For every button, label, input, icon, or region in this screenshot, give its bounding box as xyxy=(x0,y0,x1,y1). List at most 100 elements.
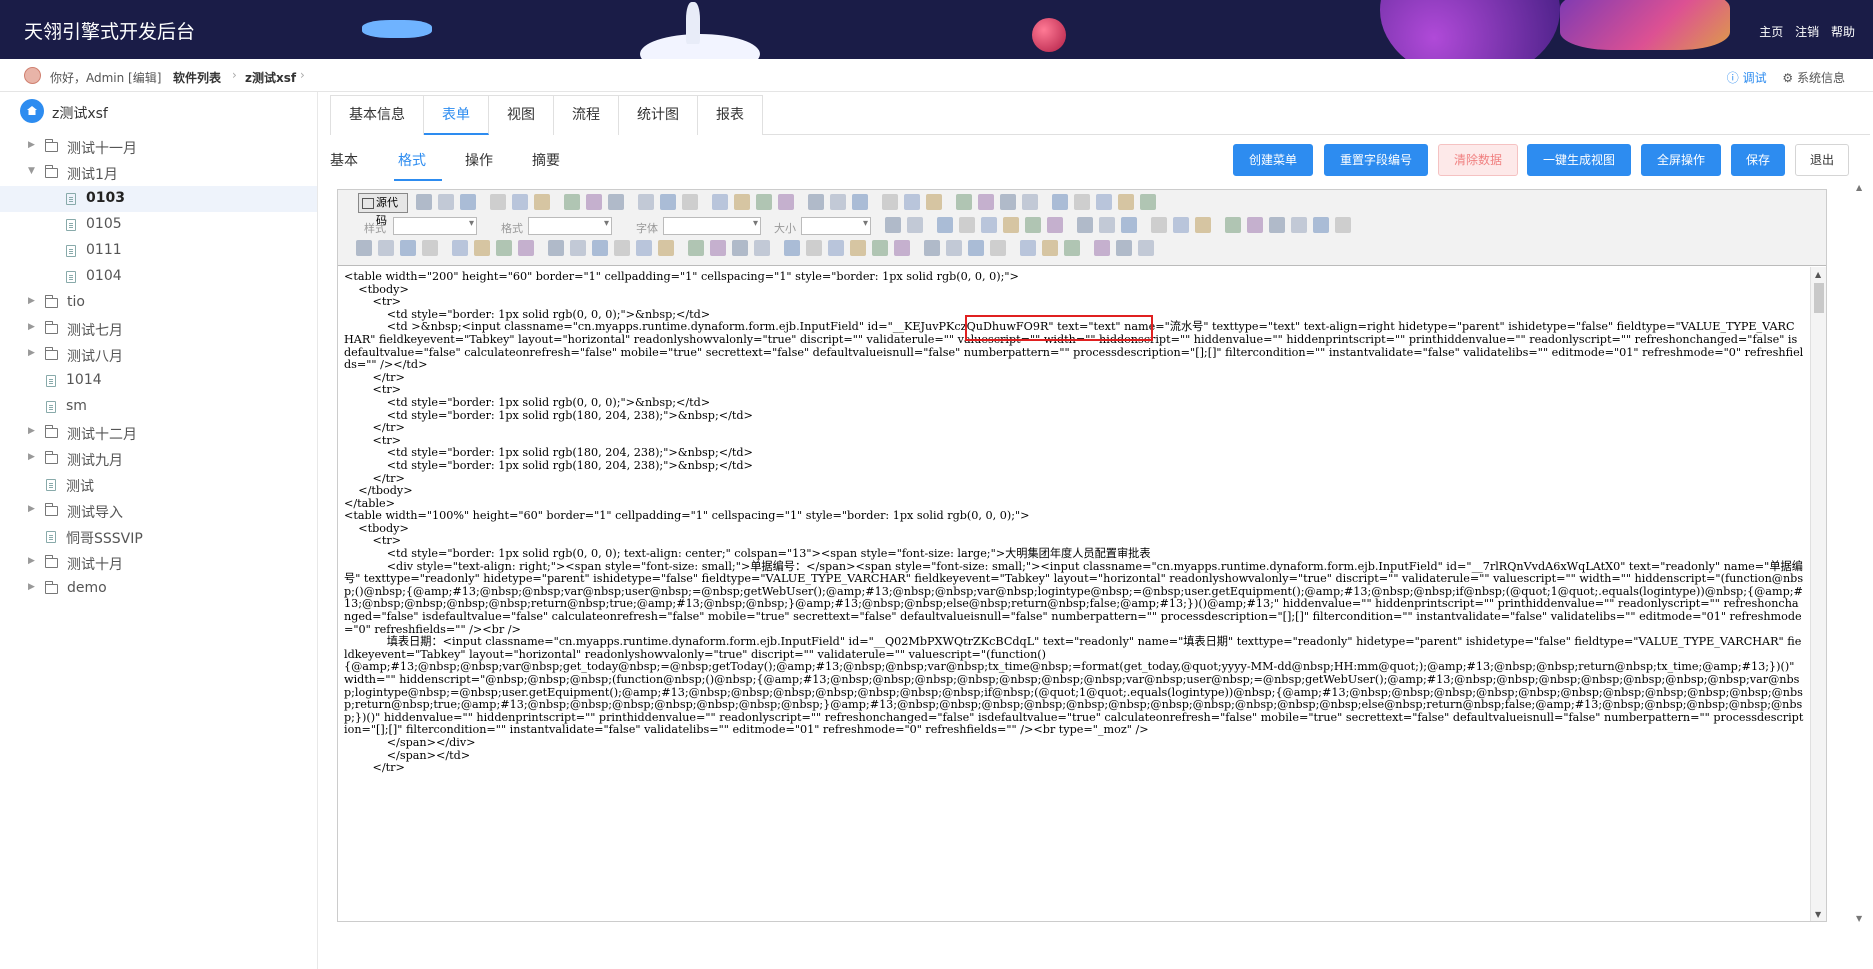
tree-item[interactable]: 恫哥SSSVIP xyxy=(0,524,317,550)
toolbar-tool-icon[interactable] xyxy=(1291,217,1307,233)
toolbar-tool-icon[interactable] xyxy=(1173,217,1189,233)
toolbar-tool-icon[interactable] xyxy=(1116,240,1132,256)
toolbar-tool-icon[interactable] xyxy=(1064,240,1080,256)
tab-0[interactable]: 基本信息 xyxy=(331,96,424,135)
toolbar-tool-icon[interactable] xyxy=(1335,217,1351,233)
subtab-format[interactable]: 格式 xyxy=(398,150,426,170)
tree-item[interactable]: 0104 xyxy=(0,264,317,290)
toolbar-tool-icon[interactable] xyxy=(474,240,490,256)
nav-help-link[interactable]: 帮助 xyxy=(1831,25,1855,39)
tree-item[interactable]: ▶ tio xyxy=(0,290,317,316)
generate-view-button[interactable]: 一键生成视图 xyxy=(1527,144,1631,176)
toolbar-tool-icon[interactable] xyxy=(438,194,454,210)
toolbar-tool-icon[interactable] xyxy=(660,194,676,210)
toolbar-tool-icon[interactable] xyxy=(946,240,962,256)
toolbar-tool-icon[interactable] xyxy=(1020,240,1036,256)
toolbar-tool-icon[interactable] xyxy=(1151,217,1167,233)
toolbar-tool-icon[interactable] xyxy=(1003,217,1019,233)
toolbar-tool-icon[interactable] xyxy=(882,194,898,210)
toolbar-tool-icon[interactable] xyxy=(828,240,844,256)
fullscreen-button[interactable]: 全屏操作 xyxy=(1641,144,1721,176)
page-scrollbar[interactable]: ▲ ▼ xyxy=(1855,183,1865,923)
toolbar-tool-icon[interactable] xyxy=(778,194,794,210)
toolbar-tool-icon[interactable] xyxy=(872,240,888,256)
save-button[interactable]: 保存 xyxy=(1731,144,1785,176)
caret-right-icon[interactable]: ▶ xyxy=(28,426,38,436)
toolbar-tool-icon[interactable] xyxy=(688,240,704,256)
subtab-basic[interactable]: 基本 xyxy=(330,150,358,170)
toolbar-tool-icon[interactable] xyxy=(356,240,372,256)
user-greeting[interactable]: 你好，Admin [编辑] xyxy=(50,69,161,86)
caret-right-icon[interactable]: ▶ xyxy=(28,504,38,514)
source-code-area[interactable]: <table width="200" height="60" border="1… xyxy=(338,267,1810,921)
toolbar-tool-icon[interactable] xyxy=(1269,217,1285,233)
tree-item[interactable]: ▶ 测试十月 xyxy=(0,550,317,576)
toolbar-tool-icon[interactable] xyxy=(534,194,550,210)
tab-1[interactable]: 表单 xyxy=(424,96,489,135)
toolbar-tool-icon[interactable] xyxy=(1140,194,1156,210)
tab-3[interactable]: 流程 xyxy=(554,96,619,135)
toolbar-tool-icon[interactable] xyxy=(712,194,728,210)
toolbar-tool-icon[interactable] xyxy=(904,194,920,210)
nav-logout-link[interactable]: 注销 xyxy=(1795,25,1819,39)
subtab-operation[interactable]: 操作 xyxy=(465,150,493,170)
toolbar-tool-icon[interactable] xyxy=(1077,217,1093,233)
toolbar-tool-icon[interactable] xyxy=(490,194,506,210)
tab-2[interactable]: 视图 xyxy=(489,96,554,135)
toolbar-tool-icon[interactable] xyxy=(1099,217,1115,233)
toolbar-tool-icon[interactable] xyxy=(1195,217,1211,233)
toolbar-tool-icon[interactable] xyxy=(592,240,608,256)
toolbar-tool-icon[interactable] xyxy=(937,217,953,233)
toolbar-tool-icon[interactable] xyxy=(830,194,846,210)
toolbar-tool-icon[interactable] xyxy=(756,194,772,210)
clear-data-button[interactable]: 清除数据 xyxy=(1438,144,1518,176)
breadcrumb-software-list[interactable]: 软件列表 xyxy=(173,69,221,86)
scroll-down-icon[interactable]: ▼ xyxy=(1815,910,1821,919)
tree-item[interactable]: 0103 xyxy=(0,186,317,212)
toolbar-tool-icon[interactable] xyxy=(924,240,940,256)
tree-item[interactable]: 0105 xyxy=(0,212,317,238)
toolbar-tool-icon[interactable] xyxy=(959,217,975,233)
toolbar-tool-icon[interactable] xyxy=(378,240,394,256)
page-scroll-down-icon[interactable]: ▼ xyxy=(1856,914,1862,923)
toolbar-tool-icon[interactable] xyxy=(1022,194,1038,210)
toolbar-tool-icon[interactable] xyxy=(734,194,750,210)
toolbar-tool-icon[interactable] xyxy=(570,240,586,256)
tree-item[interactable]: sm xyxy=(0,394,317,420)
tree-item[interactable]: ▶ 测试八月 xyxy=(0,342,317,368)
toolbar-tool-icon[interactable] xyxy=(850,240,866,256)
toolbar-tool-icon[interactable] xyxy=(1118,194,1134,210)
toolbar-tool-icon[interactable] xyxy=(682,194,698,210)
toolbar-tool-icon[interactable] xyxy=(512,194,528,210)
toolbar-tool-icon[interactable] xyxy=(784,240,800,256)
toolbar-tool-icon[interactable] xyxy=(548,240,564,256)
toolbar-tool-icon[interactable] xyxy=(496,240,512,256)
toolbar-tool-icon[interactable] xyxy=(614,240,630,256)
toolbar-tool-icon[interactable] xyxy=(926,194,942,210)
toolbar-tool-icon[interactable] xyxy=(894,240,910,256)
tree-item[interactable]: ▶ 测试导入 xyxy=(0,498,317,524)
toolbar-tool-icon[interactable] xyxy=(732,240,748,256)
toolbar-tool-icon[interactable] xyxy=(460,194,476,210)
toolbar-tool-icon[interactable] xyxy=(1225,217,1241,233)
caret-right-icon[interactable]: ▶ xyxy=(28,322,38,332)
toolbar-tool-icon[interactable] xyxy=(1000,194,1016,210)
toolbar-tool-icon[interactable] xyxy=(638,194,654,210)
toolbar-tool-icon[interactable] xyxy=(907,217,923,233)
toolbar-tool-icon[interactable] xyxy=(1047,217,1063,233)
toolbar-tool-icon[interactable] xyxy=(586,194,602,210)
toolbar-tool-icon[interactable] xyxy=(981,217,997,233)
toolbar-tool-icon[interactable] xyxy=(885,217,901,233)
toolbar-tool-icon[interactable] xyxy=(400,240,416,256)
reset-field-number-button[interactable]: 重置字段编号 xyxy=(1324,144,1428,176)
toolbar-tool-icon[interactable] xyxy=(452,240,468,256)
toolbar-tool-icon[interactable] xyxy=(806,240,822,256)
toolbar-tool-icon[interactable] xyxy=(564,194,580,210)
tree-item[interactable]: 测试 xyxy=(0,472,317,498)
toolbar-tool-icon[interactable] xyxy=(422,240,438,256)
toolbar-tool-icon[interactable] xyxy=(1138,240,1154,256)
exit-button[interactable]: 退出 xyxy=(1795,144,1849,176)
tree-item[interactable]: 1014 xyxy=(0,368,317,394)
toolbar-tool-icon[interactable] xyxy=(1096,194,1112,210)
toolbar-tool-icon[interactable] xyxy=(636,240,652,256)
